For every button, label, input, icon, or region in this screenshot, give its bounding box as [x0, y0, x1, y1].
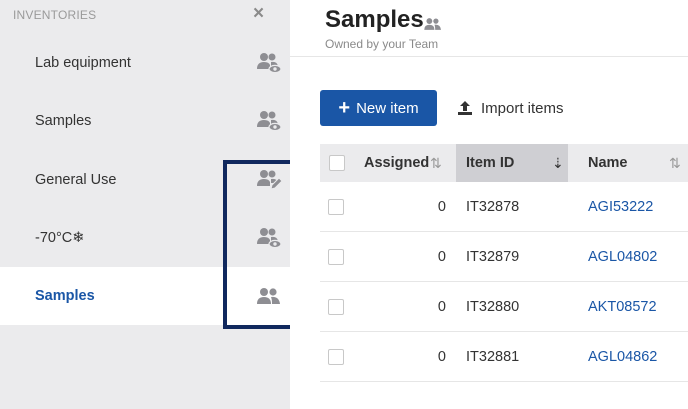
item-id-cell: IT32878: [466, 199, 520, 215]
sidebar-item-label: Samples: [35, 288, 95, 304]
name-link[interactable]: AGI53222: [588, 182, 653, 232]
row-select-cell: [328, 232, 344, 282]
name-link[interactable]: AGL04862: [588, 332, 657, 382]
row-select-cell: [328, 332, 344, 382]
row-checkbox[interactable]: [328, 299, 344, 315]
team-icon: [424, 18, 441, 30]
select-all-cell: [320, 144, 353, 182]
page-title: Samples: [325, 6, 424, 33]
table-row[interactable]: 0 IT32881 AGL04862: [320, 332, 688, 382]
import-items-button[interactable]: Import items: [457, 90, 564, 126]
highlight-box: [223, 160, 300, 329]
assigned-cell: 0: [437, 349, 446, 365]
table-header: Assigned ⇅ Item ID ⇣ Name ⇅: [320, 144, 688, 182]
table-row[interactable]: 0 IT32878 AGI53222: [320, 182, 688, 232]
row-checkbox[interactable]: [328, 249, 344, 265]
column-label: Name: [588, 155, 628, 171]
assigned-cell: 0: [437, 299, 446, 315]
name-link[interactable]: AKT08572: [588, 282, 657, 332]
column-header-item-id[interactable]: Item ID ⇣: [456, 144, 568, 182]
sidebar-header: INVENTORIES: [13, 8, 97, 22]
table-row[interactable]: 0 IT32879 AGL04802: [320, 232, 688, 282]
sort-icon: ⇅: [430, 154, 442, 171]
assigned-cell: 0: [437, 199, 446, 215]
item-id-cell: IT32879: [466, 249, 520, 265]
column-label: Item ID: [466, 155, 515, 171]
column-header-name[interactable]: Name ⇅: [579, 144, 688, 182]
page-subtitle: Owned by your Team: [325, 37, 439, 51]
item-id-cell: IT32880: [466, 299, 520, 315]
name-link[interactable]: AGL04802: [588, 232, 657, 282]
item-id-cell: IT32881: [466, 349, 520, 365]
new-item-label: New item: [356, 99, 419, 117]
sidebar-item-samples[interactable]: Samples: [0, 92, 290, 150]
main-panel: Samples Owned by your Team + New item Im…: [290, 0, 688, 409]
new-item-button[interactable]: + New item: [320, 90, 437, 126]
upload-icon: [458, 101, 472, 115]
sidebar-item-label: Samples: [35, 113, 92, 129]
sidebar-item-label: Lab equipment: [35, 55, 131, 71]
row-checkbox[interactable]: [328, 199, 344, 215]
row-select-cell: [328, 182, 344, 232]
select-all-checkbox[interactable]: [328, 155, 345, 171]
sidebar-item-label: -70°C❄: [35, 230, 85, 246]
sort-descending-icon: ⇣: [552, 154, 564, 171]
sort-icon: ⇅: [669, 154, 681, 171]
team-view-icon: [257, 53, 282, 74]
column-label: Assigned: [364, 155, 430, 171]
import-items-label: Import items: [481, 99, 564, 117]
header-divider: [290, 56, 688, 57]
sidebar-item-label: General Use: [35, 172, 117, 188]
plus-icon: +: [338, 97, 351, 119]
row-select-cell: [328, 282, 344, 332]
table-row[interactable]: 0 IT32880 AKT08572: [320, 282, 688, 332]
team-view-icon: [257, 111, 282, 132]
sidebar-item-lab-equipment[interactable]: Lab equipment: [0, 34, 290, 92]
column-header-assigned[interactable]: Assigned ⇅: [354, 144, 445, 182]
close-sidebar-icon[interactable]: ×: [253, 3, 264, 25]
assigned-cell: 0: [437, 249, 446, 265]
row-checkbox[interactable]: [328, 349, 344, 365]
